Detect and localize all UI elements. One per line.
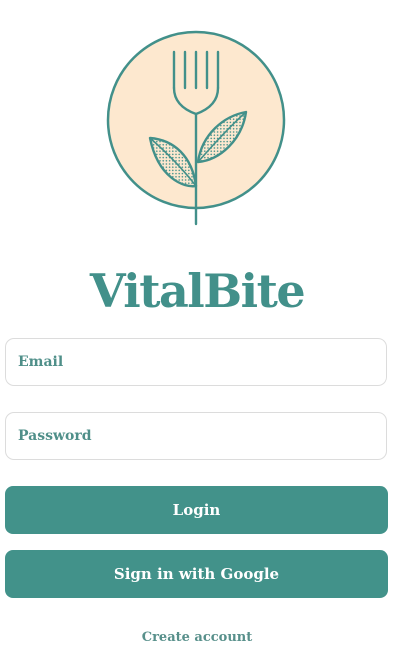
email-field[interactable] [5, 338, 387, 386]
app-title: VitalBite [89, 264, 306, 318]
password-field[interactable] [5, 412, 387, 460]
create-account-link[interactable]: Create account [0, 630, 394, 645]
login-button[interactable]: Login [5, 486, 388, 534]
fork-plant-logo-icon [106, 30, 286, 226]
google-sign-in-button[interactable]: Sign in with Google [5, 550, 388, 598]
